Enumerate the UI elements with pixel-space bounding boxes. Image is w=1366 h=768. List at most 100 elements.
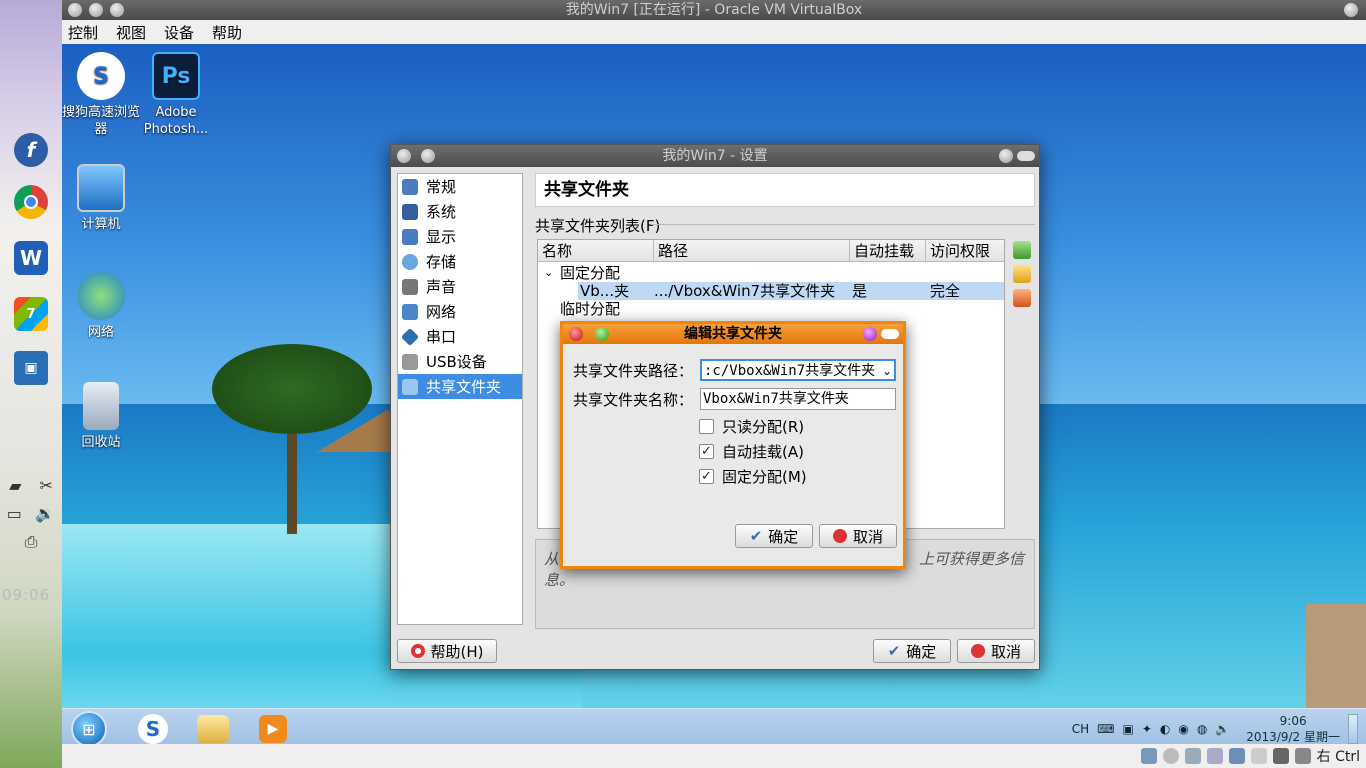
permanent-checkbox[interactable]: ✓ xyxy=(699,469,714,484)
readonly-option[interactable]: 只读分配(R) xyxy=(699,416,804,437)
window-menu-button[interactable] xyxy=(1344,3,1358,17)
nav-item-shared-folders[interactable]: 共享文件夹 xyxy=(398,374,522,399)
desktop-icon-recycle-bin[interactable]: 回收站 xyxy=(62,382,140,451)
settings-minimize-button[interactable] xyxy=(421,149,435,163)
column-header-access[interactable]: 访问权限 xyxy=(926,240,1004,261)
display-icon xyxy=(402,228,418,245)
automount-option[interactable]: ✓ 自动挂载(A) xyxy=(699,441,804,462)
wps-writer-icon: W xyxy=(14,241,48,275)
edit-ok-button[interactable]: ✔ 确定 xyxy=(735,524,813,548)
keyboard-icon[interactable]: ▭ xyxy=(7,504,22,523)
page-title: 共享文件夹 xyxy=(535,173,1035,207)
tree-group-fixed[interactable]: ⌄ 固定分配 xyxy=(538,264,1004,282)
table-row[interactable]: Vb...夹 .../Vbox&Win7共享文件夹 是 完全 xyxy=(578,282,1004,300)
edit-maximize-button[interactable] xyxy=(595,327,609,341)
readonly-checkbox[interactable] xyxy=(699,419,714,434)
general-icon xyxy=(402,178,418,195)
chrome-launcher[interactable] xyxy=(0,176,62,228)
tree-group-temporary[interactable]: 临时分配 xyxy=(538,300,1004,318)
help-button[interactable]: 帮助(H) xyxy=(397,639,497,663)
computer-icon xyxy=(77,164,125,212)
usb-icon xyxy=(402,353,418,370)
nav-item-usb[interactable]: USB设备 xyxy=(398,349,522,374)
nav-item-general[interactable]: 常规 xyxy=(398,174,522,199)
win7-vm-launcher[interactable]: 7 xyxy=(0,288,62,340)
menu-help[interactable]: 帮助 xyxy=(212,22,242,43)
recycle-bin-icon xyxy=(83,382,119,430)
remove-folder-icon[interactable] xyxy=(1013,289,1031,307)
tray-icon-1[interactable]: ▣ xyxy=(1122,722,1133,736)
nav-item-network[interactable]: 网络 xyxy=(398,299,522,324)
network-manager-icon[interactable]: ▰ xyxy=(9,476,21,495)
minimize-window-button[interactable] xyxy=(89,3,103,17)
volume-icon[interactable]: 🔉 xyxy=(1215,722,1230,736)
usb-icon[interactable] xyxy=(1184,748,1201,764)
fedora-launcher[interactable]: f xyxy=(0,124,62,176)
edit-shade-button[interactable] xyxy=(881,329,899,339)
collapse-arrow-icon[interactable]: ⌄ xyxy=(544,264,553,282)
edit-folder-icon[interactable] xyxy=(1013,265,1031,283)
chrome-icon xyxy=(14,185,48,219)
nav-item-system[interactable]: 系统 xyxy=(398,199,522,224)
column-header-name[interactable]: 名称 xyxy=(538,240,654,261)
hard-disk-icon[interactable] xyxy=(1140,748,1157,764)
menu-view[interactable]: 视图 xyxy=(116,22,146,43)
video-capture-icon[interactable] xyxy=(1250,748,1267,764)
permanent-option[interactable]: ✓ 固定分配(M) xyxy=(699,466,807,487)
nav-item-audio[interactable]: 声音 xyxy=(398,274,522,299)
media-player-icon: ▶ xyxy=(259,715,287,743)
desktop-icon-computer[interactable]: 计算机 xyxy=(62,164,140,233)
start-button[interactable]: ⊞ xyxy=(62,711,116,747)
nav-item-display[interactable]: 显示 xyxy=(398,224,522,249)
settings-cancel-button[interactable]: 取消 xyxy=(957,639,1035,663)
folder-name-input[interactable]: Vbox&Win7共享文件夹 xyxy=(700,388,896,410)
taskbar-sogou-browser[interactable]: S xyxy=(126,711,180,747)
taskbar-clock[interactable]: 9:06 2013/9/2 星期一 xyxy=(1246,713,1340,745)
maximize-window-button[interactable] xyxy=(110,3,124,17)
keyboard-icon[interactable]: ⌨ xyxy=(1097,722,1114,736)
desktop-icon-network[interactable]: 网络 xyxy=(62,272,140,341)
virtualbox-launcher[interactable]: ▣ xyxy=(0,342,62,394)
nav-item-storage[interactable]: 存储 xyxy=(398,249,522,274)
chevron-down-icon[interactable]: ⌄ xyxy=(882,361,892,379)
desktop-icon-photoshop[interactable]: Ps Adobe Photosh... xyxy=(137,52,215,138)
taskbar-media-player[interactable]: ▶ xyxy=(246,711,300,747)
tray-icon-3[interactable]: ◐ xyxy=(1160,722,1170,736)
shared-folders-icon[interactable] xyxy=(1206,748,1223,764)
printer-icon[interactable]: ⎙ xyxy=(25,532,38,552)
show-desktop-button[interactable] xyxy=(1348,714,1358,744)
edit-pin-button[interactable] xyxy=(863,327,877,341)
tray-icon-4[interactable]: ◉ xyxy=(1178,722,1188,736)
nav-item-serial-ports[interactable]: 串口 xyxy=(398,324,522,349)
settings-maximize-button[interactable] xyxy=(999,149,1013,163)
tray-icon-5[interactable]: ◍ xyxy=(1197,722,1207,736)
settings-shade-button[interactable] xyxy=(1017,151,1035,161)
input-language[interactable]: CH xyxy=(1072,722,1089,736)
settings-titlebar: 我的Win7 - 设置 xyxy=(391,145,1039,167)
volume-icon[interactable]: 🔉 xyxy=(35,504,55,523)
optical-drive-icon[interactable] xyxy=(1162,748,1179,764)
column-header-path[interactable]: 路径 xyxy=(654,240,850,261)
settings-ok-button[interactable]: ✔ 确定 xyxy=(873,639,951,663)
edit-cancel-button[interactable]: 取消 xyxy=(819,524,897,548)
mouse-integration-icon[interactable] xyxy=(1294,748,1311,764)
automount-checkbox[interactable]: ✓ xyxy=(699,444,714,459)
settings-close-button[interactable] xyxy=(397,149,411,163)
vbox-window-title: 我的Win7 [正在运行] - Oracle VM VirtualBox xyxy=(565,2,863,18)
edit-close-button[interactable] xyxy=(569,327,583,341)
close-window-button[interactable] xyxy=(68,3,82,17)
folder-path-combobox[interactable]: :c/Vbox&Win7共享文件夹 ⌄ xyxy=(700,359,896,381)
menu-devices[interactable]: 设备 xyxy=(164,22,194,43)
wps-writer-launcher[interactable]: W xyxy=(0,232,62,284)
scissors-icon[interactable]: ✂ xyxy=(40,476,53,495)
add-folder-icon[interactable] xyxy=(1013,241,1031,259)
desktop-icon-sogou-browser[interactable]: S 搜狗高速浏览器 xyxy=(62,52,140,138)
row-name: Vb...夹 xyxy=(580,282,630,300)
network-icon[interactable] xyxy=(1228,748,1245,764)
virtualization-icon[interactable] xyxy=(1272,748,1289,764)
menu-control[interactable]: 控制 xyxy=(68,22,98,43)
column-header-automount[interactable]: 自动挂载 xyxy=(850,240,926,261)
tray-icon-2[interactable]: ✦ xyxy=(1142,722,1152,736)
taskbar-explorer[interactable] xyxy=(186,711,240,747)
description-start: 从 xyxy=(544,550,560,568)
